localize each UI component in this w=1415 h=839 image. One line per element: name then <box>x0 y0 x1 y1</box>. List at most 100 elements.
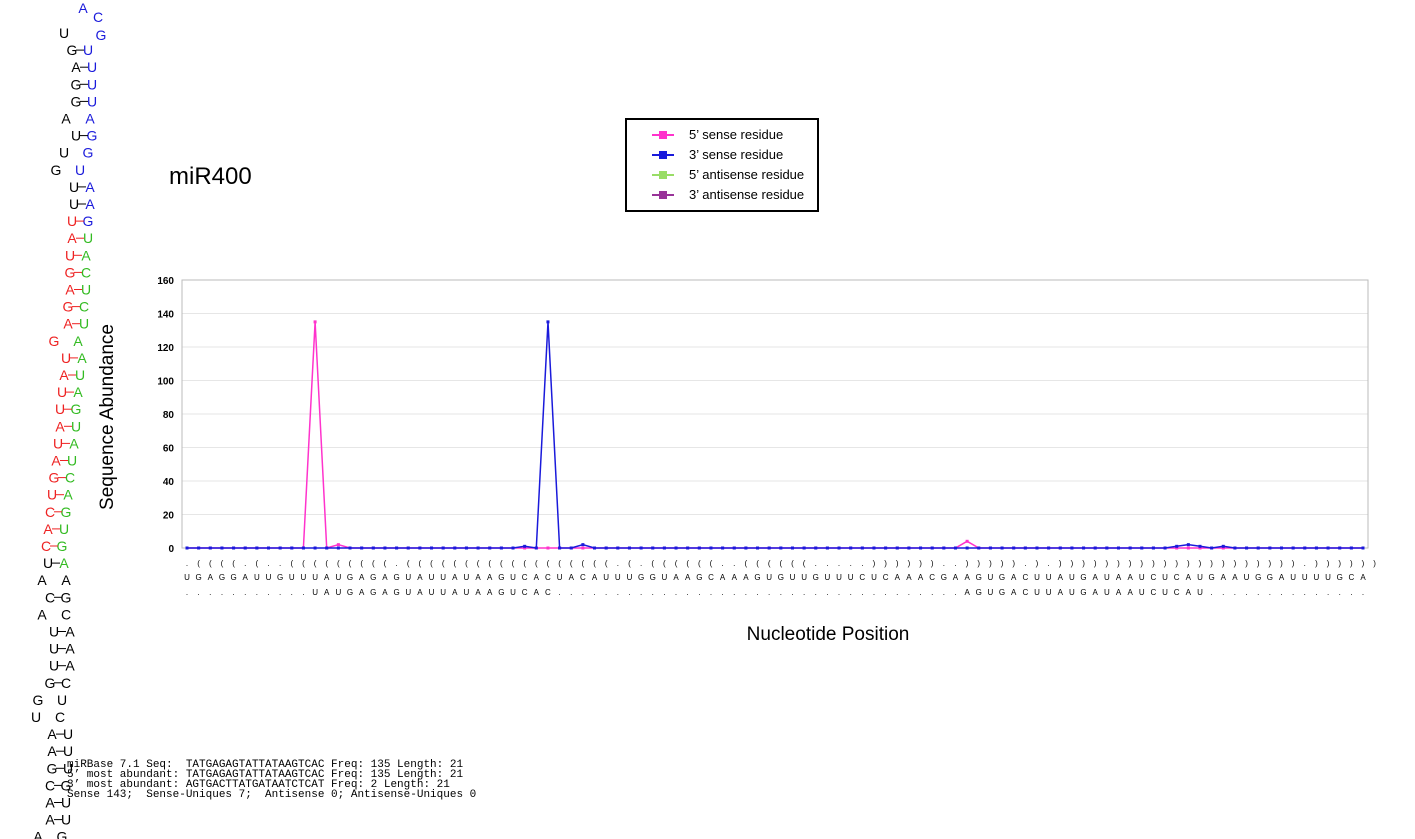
mature-char: A <box>1116 588 1122 597</box>
sequence-char: C <box>859 573 865 582</box>
hairpin-base: A <box>65 282 75 298</box>
hairpin-base: G <box>33 692 44 708</box>
data-point <box>430 546 434 550</box>
sequence-char: A <box>1221 573 1227 582</box>
mature-char: G <box>999 588 1005 597</box>
data-point <box>756 546 760 550</box>
mature-char: . <box>1245 588 1247 597</box>
sequence-char: U <box>1325 573 1331 582</box>
mature-char: . <box>302 588 304 597</box>
mature-char: . <box>1234 588 1236 597</box>
hairpin-base: U <box>31 709 41 725</box>
x-axis-label: Nucleotide Position <box>746 624 910 645</box>
structure-char: . <box>1024 559 1026 568</box>
hairpin-base: U <box>55 401 65 417</box>
sequence-char: G <box>1209 573 1215 582</box>
structure-char: ) <box>1210 559 1213 568</box>
hairpin-base: A <box>37 572 47 588</box>
mature-char: . <box>244 588 246 597</box>
data-point <box>232 546 236 550</box>
sequence-char: A <box>569 573 575 582</box>
data-point <box>790 546 794 550</box>
mature-char: U <box>464 588 470 597</box>
y-tick-label: 0 <box>168 544 174 555</box>
sequence-char: U <box>1069 573 1075 582</box>
data-point <box>872 546 876 550</box>
hairpin-base: A <box>47 726 57 742</box>
legend-label: 5’ antisense residue <box>689 167 805 182</box>
mature-char: U <box>335 588 341 597</box>
structure-char: ) <box>1106 559 1109 568</box>
data-point <box>546 546 550 550</box>
data-point <box>802 546 806 550</box>
hairpin-base: A <box>73 384 83 400</box>
hairpin-base: A <box>63 316 73 332</box>
sequence-char: G <box>370 573 376 582</box>
structure-char: ( <box>791 559 794 568</box>
hairpin-base: G <box>57 538 68 554</box>
structure-char: ) <box>1315 559 1318 568</box>
mature-char: . <box>1362 588 1364 597</box>
data-point <box>313 546 317 550</box>
hairpin-base: A <box>59 555 69 571</box>
data-point <box>313 320 317 324</box>
hairpin-base: U <box>65 247 75 263</box>
structure-char: ( <box>360 559 363 568</box>
structure-char: . <box>1304 559 1306 568</box>
sequence-char: C <box>580 573 586 582</box>
mature-char: . <box>768 588 770 597</box>
sequence-char: G <box>277 573 283 582</box>
data-point <box>627 546 631 550</box>
data-point <box>1140 546 1144 550</box>
mature-char: . <box>232 588 234 597</box>
legend-swatch <box>652 150 674 160</box>
sequence-char: U <box>988 573 994 582</box>
data-point <box>325 546 329 550</box>
structure-char: ) <box>1129 559 1132 568</box>
data-point <box>558 546 562 550</box>
data-point <box>674 546 678 550</box>
hairpin-base: U <box>75 367 85 383</box>
hairpin-base: G <box>61 504 72 520</box>
mature-char: . <box>1211 588 1213 597</box>
hairpin-base: C <box>61 675 71 691</box>
mature-char: A <box>1058 588 1064 597</box>
mature-char: . <box>803 588 805 597</box>
structure-char: ) <box>1280 559 1283 568</box>
structure-char: ( <box>221 559 224 568</box>
mature-char: . <box>908 588 910 597</box>
data-point <box>1128 546 1132 550</box>
data-point <box>1047 546 1051 550</box>
mature-char: . <box>570 588 572 597</box>
hairpin-base: U <box>59 145 69 161</box>
structure-char: ( <box>686 559 689 568</box>
structure-char: ( <box>419 559 422 568</box>
hairpin-base: A <box>65 658 75 674</box>
hairpin-base: G <box>87 128 98 144</box>
sequence-char: U <box>661 573 667 582</box>
hairpin-base: G <box>47 760 58 776</box>
data-point <box>185 546 189 550</box>
data-point <box>767 546 771 550</box>
sequence-char: U <box>627 573 633 582</box>
structure-char: . <box>617 559 619 568</box>
data-point <box>208 546 212 550</box>
hairpin-base: A <box>45 795 55 811</box>
sequence-char: A <box>208 573 214 582</box>
hairpin-base: A <box>69 435 79 451</box>
structure-char: ) <box>1292 559 1295 568</box>
data-point <box>1163 546 1167 550</box>
legend-swatch <box>652 190 674 200</box>
mature-char: . <box>640 588 642 597</box>
mature-char: . <box>710 588 712 597</box>
data-point <box>1314 546 1318 550</box>
mature-char: . <box>861 588 863 597</box>
data-point <box>488 546 492 550</box>
mature-char: . <box>652 588 654 597</box>
sequence-char: U <box>405 573 411 582</box>
hairpin-base: A <box>85 111 95 127</box>
structure-char: ) <box>966 559 969 568</box>
mature-char: C <box>1022 588 1028 597</box>
sequence-char: A <box>324 573 330 582</box>
hairpin-base: U <box>75 162 85 178</box>
